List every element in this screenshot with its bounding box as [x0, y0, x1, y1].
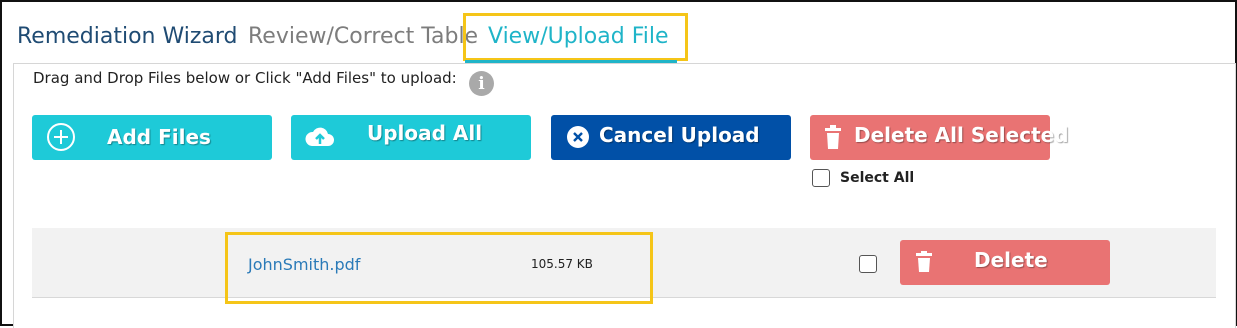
select-all-label: Select All [840, 170, 915, 186]
tab-view-upload-file[interactable]: View/Upload File [488, 24, 669, 49]
cloud-upload-icon [305, 126, 335, 148]
tab-bar: Remediation Wizard Review/Correct Table … [2, 2, 1235, 64]
trash-icon [824, 125, 842, 149]
x-circle-icon [567, 126, 589, 148]
select-all-control[interactable]: Select All [812, 169, 914, 187]
plus-circle-icon [47, 123, 75, 151]
add-files-button[interactable]: Add Files [32, 115, 272, 160]
tab-remediation-wizard[interactable]: Remediation Wizard [17, 24, 238, 49]
file-name-link[interactable]: JohnSmith.pdf [248, 255, 360, 274]
upload-all-button[interactable]: Upload All [291, 115, 531, 160]
upload-instructions: Drag and Drop Files below or Click "Add … [33, 69, 457, 87]
add-files-label: Add Files [107, 125, 211, 149]
delete-file-label: Delete [974, 248, 1048, 272]
trash-icon [916, 251, 932, 272]
upload-all-label: Upload All [367, 121, 483, 145]
file-size: 105.57 KB [531, 257, 593, 271]
info-icon[interactable]: i [469, 71, 494, 96]
delete-file-button[interactable]: Delete [900, 240, 1110, 285]
tab-review-correct-table[interactable]: Review/Correct Table [248, 24, 478, 49]
cancel-upload-button[interactable]: Cancel Upload [551, 115, 791, 160]
select-all-checkbox[interactable] [812, 169, 830, 187]
delete-all-selected-label: Delete All Selected [854, 123, 1069, 147]
delete-all-selected-button[interactable]: Delete All Selected [810, 115, 1069, 160]
cancel-upload-label: Cancel Upload [599, 123, 760, 147]
file-select-checkbox[interactable] [859, 255, 877, 273]
upload-window: Remediation Wizard Review/Correct Table … [0, 0, 1237, 328]
